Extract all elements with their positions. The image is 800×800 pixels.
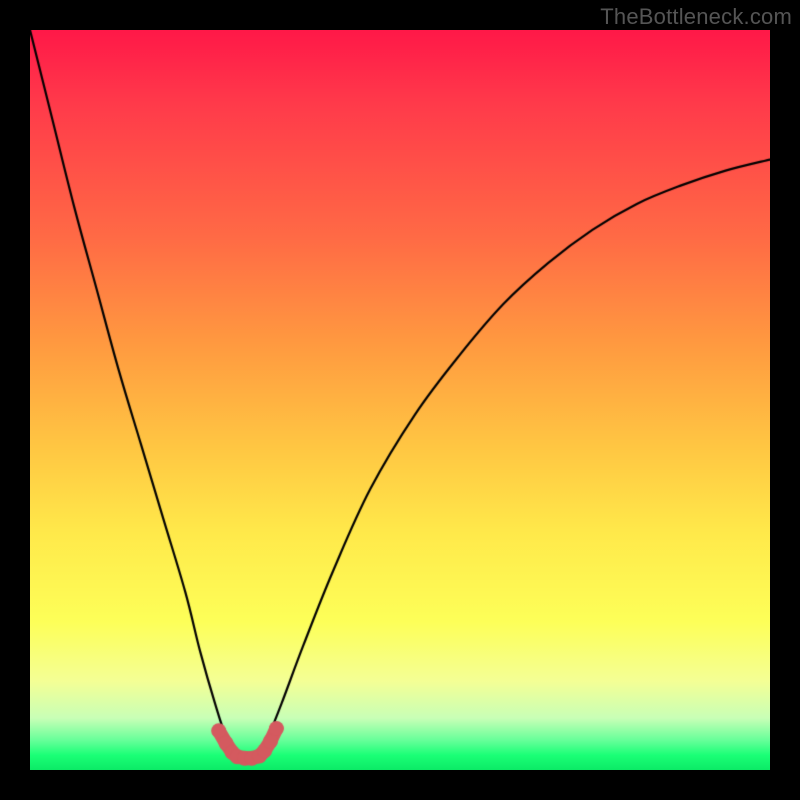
watermark-text: TheBottleneck.com: [600, 4, 792, 30]
chart-frame: TheBottleneck.com: [0, 0, 800, 800]
plot-area: [30, 30, 770, 770]
bottleneck-curve-canvas: [30, 30, 770, 770]
